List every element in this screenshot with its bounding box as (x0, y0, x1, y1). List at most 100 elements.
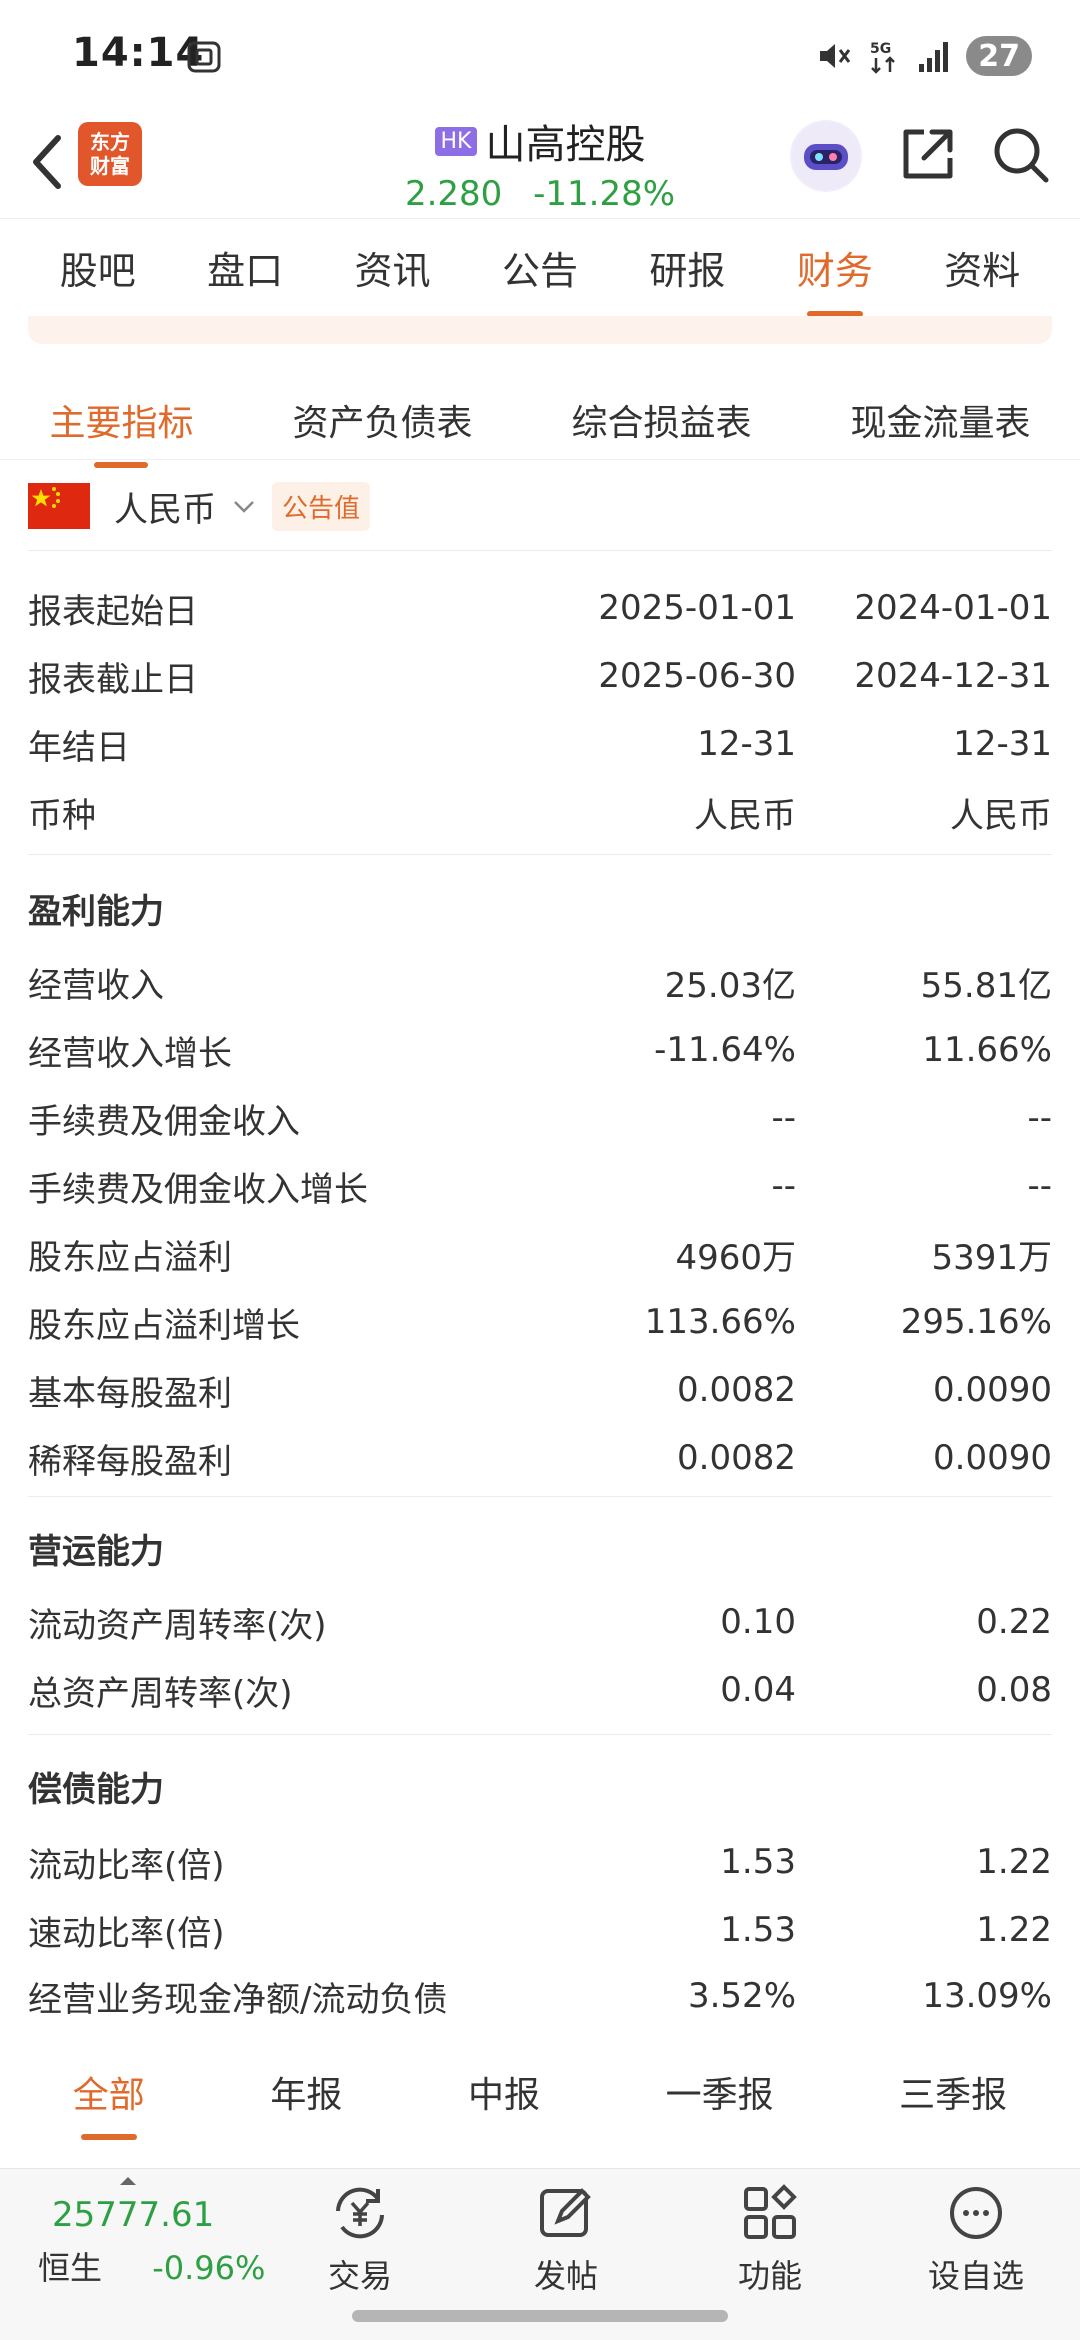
row-label: 年结日 (28, 727, 130, 768)
tab-period-q3[interactable]: 三季报 (893, 2058, 1013, 2126)
market-badge: HK (434, 126, 478, 156)
row-value-current: 1.53 (720, 1842, 796, 1882)
tab-period-interim[interactable]: 中报 (462, 2058, 546, 2126)
row-value-current: 113.66% (644, 1302, 796, 1342)
tab-period-all[interactable]: 全部 (67, 2058, 151, 2126)
table-row: 经营收入增长 -11.64% 11.66% (28, 1020, 1052, 1080)
table-row: 经营收入 25.03亿 55.81亿 (28, 952, 1052, 1012)
row-value-current: -11.64% (654, 1030, 796, 1070)
row-label: 经营收入增长 (28, 1033, 232, 1074)
tab-key-indicators[interactable]: 主要指标 (45, 388, 197, 452)
tab-pankou[interactable]: 盘口 (201, 230, 289, 305)
row-value-previous: 0.22 (976, 1602, 1052, 1642)
row-value-current: -- (771, 1098, 796, 1138)
tab-guba[interactable]: 股吧 (54, 230, 142, 305)
tab-period-annual[interactable]: 年报 (264, 2058, 348, 2126)
tab-income-statement[interactable]: 综合损益表 (567, 388, 755, 452)
row-value-previous: 5391万 (931, 1237, 1052, 1278)
divider (28, 550, 1052, 551)
table-row: 流动资产周转率(次) 0.10 0.22 (28, 1592, 1052, 1652)
row-label: 股东应占溢利 (28, 1237, 232, 1278)
section-title-operations: 营运能力 (28, 1532, 164, 1572)
row-value-current: 2025-01-01 (598, 588, 796, 628)
nav-trade[interactable]: 交易 (300, 2181, 420, 2297)
index-name-line: 恒生 -0.96% (38, 2243, 265, 2289)
row-label: 流动比率(倍) (28, 1845, 225, 1886)
app-header: 东方 财富 HK 山高控股 2.280 -11.28% (0, 110, 1080, 218)
row-value-current: 0.0082 (677, 1370, 796, 1410)
status-time: 14:14 (72, 30, 205, 76)
row-value-current: 2025-06-30 (598, 656, 796, 696)
row-label: 速动比率(倍) (28, 1913, 225, 1954)
row-value-previous: -- (1027, 1166, 1052, 1206)
announced-value-badge[interactable]: 公告值 (272, 481, 371, 531)
currency-selector-row: 人民币 公告值 (28, 480, 371, 532)
tab-balance-sheet[interactable]: 资产负债表 (288, 388, 476, 452)
row-value-previous: 2024-12-31 (854, 656, 1052, 696)
nav-post[interactable]: 发帖 (506, 2181, 626, 2297)
row-value-previous: -- (1027, 1098, 1052, 1138)
nav-add-watchlist[interactable]: 设自选 (916, 2181, 1036, 2297)
table-row: 股东应占溢利增长 113.66% 295.16% (28, 1292, 1052, 1352)
assistant-robot-icon[interactable] (790, 120, 862, 192)
row-value-previous: 55.81亿 (920, 965, 1052, 1006)
row-value-previous: 0.0090 (933, 1370, 1052, 1410)
table-row: 稀释每股盈利 0.0082 0.0090 (28, 1428, 1052, 1488)
row-value-previous: 1.22 (976, 1910, 1052, 1950)
row-value-current: 4960万 (675, 1237, 796, 1278)
table-row: 流动比率(倍) 1.53 1.22 (28, 1832, 1052, 1892)
index-value: 25777.61 (52, 2195, 215, 2235)
row-value-current: 0.10 (720, 1602, 796, 1642)
table-row: 年结日 12-31 12-31 (28, 714, 1052, 774)
caret-up-icon[interactable] (118, 2175, 138, 2187)
row-value-previous: 13.09% (922, 1976, 1052, 2016)
nav-functions-label: 功能 (737, 2257, 802, 2295)
row-value-previous: 0.0090 (933, 1438, 1052, 1478)
row-value-current: 0.0082 (677, 1438, 796, 1478)
divider (28, 854, 1052, 855)
battery-level: 27 (966, 36, 1032, 76)
period-tabs: 全部 年报 中报 一季报 三季报 (0, 2050, 1080, 2134)
row-label: 币种 (28, 795, 96, 836)
row-label: 稀释每股盈利 (28, 1441, 232, 1482)
trade-icon (336, 2187, 384, 2239)
hang-seng-index-widget[interactable]: 25777.61 恒生 -0.96% (38, 2195, 265, 2289)
share-icon[interactable] (896, 124, 958, 186)
row-label: 经营业务现金净额/流动负债 (28, 1979, 448, 2020)
nav-add-watchlist-label: 设自选 (927, 2257, 1024, 2295)
table-row: 经营业务现金净额/流动负债 3.52% 13.09% (28, 1966, 1052, 2026)
tab-profile[interactable]: 资料 (938, 230, 1026, 305)
index-name: 恒生 (38, 2249, 103, 2287)
row-value-previous: 人民币 (950, 795, 1052, 836)
nav-functions[interactable]: 功能 (710, 2181, 830, 2297)
table-row: 速动比率(倍) 1.53 1.22 (28, 1900, 1052, 1960)
table-row: 股东应占溢利 4960万 5391万 (28, 1224, 1052, 1284)
tab-announcements[interactable]: 公告 (496, 230, 584, 305)
home-indicator[interactable] (352, 2310, 728, 2322)
china-flag-icon (28, 483, 90, 529)
stock-change: -11.28% (533, 174, 676, 214)
table-row: 币种 人民币 人民币 (28, 782, 1052, 842)
row-value-current: -- (771, 1166, 796, 1206)
currency-dropdown[interactable]: 人民币 (114, 482, 216, 531)
row-label: 股东应占溢利增长 (28, 1305, 300, 1346)
chevron-down-icon[interactable] (230, 492, 258, 520)
tab-news[interactable]: 资讯 (349, 230, 437, 305)
row-label: 报表起始日 (28, 591, 198, 632)
section-title-profitability: 盈利能力 (28, 892, 164, 932)
table-row: 报表截止日 2025-06-30 2024-12-31 (28, 646, 1052, 706)
tab-cash-flow[interactable]: 现金流量表 (846, 388, 1034, 452)
stock-name: 山高控股 (485, 122, 646, 168)
tab-finance[interactable]: 财务 (791, 230, 879, 305)
search-icon[interactable] (990, 124, 1052, 186)
row-label: 报表截止日 (28, 659, 198, 700)
row-value-current: 人民币 (694, 795, 796, 836)
row-value-current: 12-31 (697, 724, 796, 764)
functions-grid-icon (744, 2184, 797, 2239)
tab-period-q1[interactable]: 一季报 (660, 2058, 780, 2126)
tab-research[interactable]: 研报 (643, 230, 731, 305)
nav-post-label: 发帖 (533, 2257, 598, 2295)
divider (28, 1734, 1052, 1735)
nav-trade-label: 交易 (327, 2257, 392, 2295)
divider (28, 1496, 1052, 1497)
